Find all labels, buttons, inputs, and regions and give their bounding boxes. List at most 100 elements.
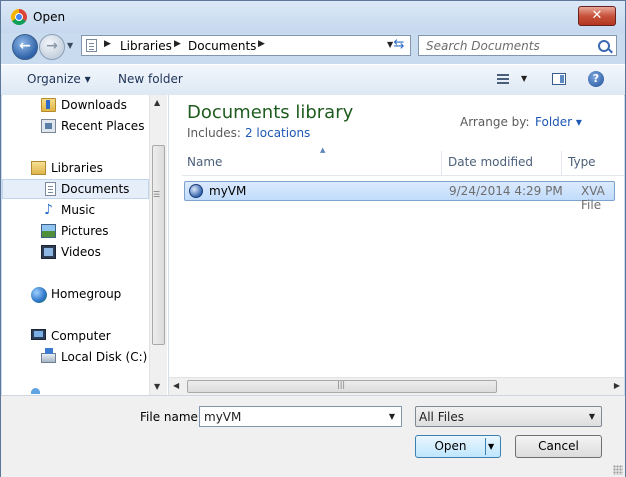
library-includes: Includes: 2 locations (187, 126, 310, 140)
search-input[interactable]: Search Documents (426, 39, 540, 53)
file-type-select[interactable]: All Files ▼ (415, 406, 602, 427)
new-folder-button[interactable]: New folder (118, 72, 183, 86)
open-button-label: Open (434, 439, 467, 453)
file-date-modified: 9/24/2014 4:29 PM (449, 184, 563, 198)
recent-places-icon (41, 119, 56, 133)
open-options-dropdown-icon[interactable]: ▼ (488, 436, 494, 457)
column-divider[interactable] (561, 151, 562, 175)
sidebar-item-downloads[interactable]: Downloads (2, 95, 149, 115)
organize-button[interactable]: Organize ▾ (27, 72, 91, 86)
search-icon[interactable] (598, 40, 610, 52)
file-list-horizontal-scrollbar[interactable]: ◀ ||| ▶ (169, 377, 624, 395)
scrollbar-grip-icon: ☰ (153, 190, 161, 199)
file-list-pane: Documents library Includes: 2 locations A… (169, 95, 624, 395)
breadcrumb-documents[interactable]: Documents (188, 39, 256, 53)
sidebar-item-label: Computer (51, 329, 111, 343)
file-type-dropdown-icon[interactable]: ▼ (589, 412, 595, 421)
file-row[interactable]: myVM 9/24/2014 4:29 PM XVA File (184, 181, 615, 212)
includes-label: Includes: (187, 126, 241, 140)
column-header-name[interactable]: Name (187, 155, 222, 169)
resize-grip-icon[interactable] (613, 465, 623, 475)
navigation-bar: ← → ▼ ▶ Libraries ▶ Documents ▶ ▼ ⇆ Sear… (1, 33, 625, 61)
refresh-icon[interactable]: ⇆ (389, 37, 409, 53)
navigation-pane: Downloads Recent Places Libraries Docume… (2, 95, 169, 395)
title-bar: Open ✕ (1, 1, 625, 33)
file-type: XVA File (581, 184, 605, 212)
sidebar-item-pictures[interactable]: Pictures (2, 221, 149, 241)
xva-file-icon (189, 184, 203, 198)
breadcrumb-separator-icon[interactable]: ▶ (104, 39, 111, 49)
scroll-right-icon[interactable]: ▶ (614, 381, 620, 390)
sidebar-item-local-disk[interactable]: Local Disk (C:) (2, 347, 149, 367)
close-button[interactable]: ✕ (578, 6, 616, 26)
sidebar-item-label: Recent Places (61, 119, 145, 133)
sidebar-item-label: Libraries (51, 161, 103, 175)
scrollbar-thumb[interactable] (152, 145, 165, 345)
file-name-label: File name: (140, 410, 202, 424)
navigation-scrollbar[interactable]: ▲ ☰ ▼ (149, 95, 167, 395)
file-name-field[interactable]: myVM ▼ (199, 406, 402, 427)
scroll-down-icon[interactable]: ▼ (154, 382, 160, 391)
library-location-icon (86, 39, 97, 52)
forward-button[interactable]: → (39, 34, 65, 60)
sidebar-item-music[interactable]: ♪ Music (2, 200, 149, 220)
sidebar-item-computer[interactable]: Computer (2, 326, 149, 346)
preview-pane-icon[interactable] (552, 73, 566, 85)
documents-icon (45, 182, 56, 196)
back-button[interactable]: ← (12, 34, 38, 60)
search-box[interactable]: Search Documents (418, 35, 617, 56)
column-header-type[interactable]: Type (568, 155, 596, 169)
sidebar-item-homegroup[interactable]: Homegroup (2, 284, 149, 304)
file-name: myVM (209, 184, 247, 198)
sidebar-item-label: Videos (61, 245, 101, 259)
sidebar-item-label: Pictures (61, 224, 109, 238)
dialog-footer: File name: myVM ▼ All Files ▼ Open ▼ Can… (1, 395, 625, 477)
command-bar: Organize ▾ New folder ▼ ? (1, 64, 625, 96)
sidebar-item-label: Documents (61, 182, 130, 196)
pictures-icon (41, 224, 56, 238)
arrange-by-label: Arrange by: (460, 115, 530, 129)
library-title: Documents library (187, 102, 354, 123)
sidebar-item-label: Homegroup (51, 287, 122, 301)
scroll-left-icon[interactable]: ◀ (173, 381, 179, 390)
homegroup-icon (31, 287, 47, 303)
open-button[interactable]: Open ▼ (415, 435, 501, 458)
address-bar[interactable]: ▶ Libraries ▶ Documents ▶ ▼ ⇆ (81, 35, 411, 56)
libraries-icon (31, 161, 46, 175)
local-disk-icon (41, 348, 56, 363)
sidebar-item-label: Local Disk (C:) (61, 350, 148, 364)
sort-ascending-icon: ▲ (320, 146, 326, 154)
sidebar-item-label: Music (61, 203, 96, 217)
recent-pages-dropdown-icon[interactable]: ▼ (67, 41, 73, 50)
videos-icon (41, 245, 56, 259)
window-title: Open (33, 10, 66, 24)
split-divider (485, 438, 486, 455)
computer-icon (31, 329, 46, 340)
locations-link[interactable]: 2 locations (245, 126, 310, 140)
change-view-icon[interactable] (497, 74, 509, 84)
file-name-dropdown-icon[interactable]: ▼ (389, 412, 395, 421)
sidebar-item-documents[interactable]: Documents (2, 179, 149, 199)
breadcrumb-libraries[interactable]: Libraries (120, 39, 172, 53)
sidebar-item-libraries[interactable]: Libraries (2, 158, 149, 178)
sidebar-item-label: Downloads (61, 98, 127, 112)
scrollbar-grip-icon: ||| (337, 380, 346, 389)
file-type-value: All Files (419, 410, 465, 424)
scroll-up-icon[interactable]: ▲ (154, 98, 160, 107)
sidebar-item-recent-places[interactable]: Recent Places (2, 116, 149, 136)
cancel-button[interactable]: Cancel (515, 435, 602, 458)
column-headers: ▲ Name Date modified Type (182, 146, 624, 176)
open-dialog: Open ✕ ← → ▼ ▶ Libraries ▶ Documents ▶ ▼… (0, 0, 626, 477)
column-header-date-modified[interactable]: Date modified (448, 155, 533, 169)
network-icon (31, 388, 40, 394)
downloads-folder-icon (41, 98, 56, 112)
breadcrumb-separator-icon[interactable]: ▶ (174, 39, 181, 49)
arrange-by-dropdown[interactable]: Folder ▾ (535, 115, 582, 129)
help-icon[interactable]: ? (588, 71, 604, 87)
breadcrumb-separator-icon[interactable]: ▶ (258, 39, 265, 49)
view-options-dropdown-icon[interactable]: ▼ (521, 74, 527, 83)
sidebar-item-videos[interactable]: Videos (2, 242, 149, 262)
music-icon: ♪ (44, 202, 53, 218)
column-divider[interactable] (441, 151, 442, 175)
file-name-value[interactable]: myVM (204, 410, 241, 424)
